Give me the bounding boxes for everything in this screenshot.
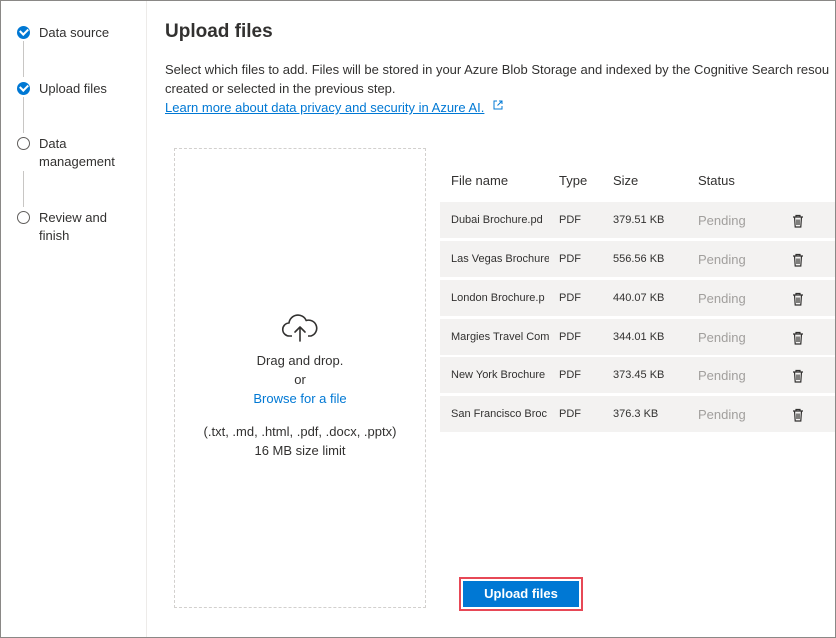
or-text: or bbox=[294, 372, 306, 387]
browse-for-file-link[interactable]: Browse for a file bbox=[253, 391, 346, 406]
step-review-and-finish[interactable]: Review and finish bbox=[17, 209, 119, 245]
file-size-cell: 376.3 KB bbox=[613, 408, 659, 420]
file-name-cell: Margies Travel Com bbox=[451, 331, 549, 343]
step-connector bbox=[23, 41, 24, 77]
browse-container: Browse for a file bbox=[174, 389, 426, 408]
table-row: New York Brochure PDF 373.45 KB Pending bbox=[440, 357, 835, 394]
description-line-2: created or selected in the previous step… bbox=[165, 81, 396, 96]
step-data-source[interactable]: Data source bbox=[17, 24, 129, 42]
file-size-cell: 373.45 KB bbox=[613, 369, 665, 381]
file-name-cell: San Francisco Broc bbox=[451, 408, 547, 420]
status-cell: Pending bbox=[698, 252, 746, 267]
column-header-status: Status bbox=[698, 173, 735, 188]
file-type-cell: PDF bbox=[559, 214, 581, 226]
step-connector bbox=[23, 97, 24, 133]
file-size-cell: 556.56 KB bbox=[613, 253, 665, 265]
file-type-cell: PDF bbox=[559, 369, 581, 381]
description-line-1: Select which files to add. Files will be… bbox=[165, 62, 830, 77]
table-row: London Brochure.p PDF 440.07 KB Pending bbox=[440, 280, 835, 317]
step-label: Review and finish bbox=[39, 210, 107, 243]
column-header-type: Type bbox=[559, 173, 588, 188]
file-name-cell: New York Brochure bbox=[451, 369, 546, 381]
file-size-cell: 344.01 KB bbox=[613, 331, 665, 343]
allowed-formats-text: (.txt, .md, .html, .pdf, .docx, .pptx) bbox=[203, 424, 397, 439]
table-row: Dubai Brochure.pd PDF 379.51 KB Pending bbox=[440, 202, 835, 239]
delete-trash-icon[interactable] bbox=[792, 253, 804, 267]
status-cell: Pending bbox=[698, 291, 746, 306]
status-cell: Pending bbox=[698, 213, 746, 228]
empty-circle-icon bbox=[17, 137, 30, 150]
step-label: Data management bbox=[39, 136, 115, 169]
status-cell: Pending bbox=[698, 368, 746, 383]
file-size-cell: 440.07 KB bbox=[613, 292, 665, 304]
upload-files-panel: Data source Upload files Data management… bbox=[0, 0, 836, 638]
file-type-cell: PDF bbox=[559, 408, 581, 420]
file-type-cell: PDF bbox=[559, 292, 581, 304]
drag-drop-text: Drag and drop. bbox=[256, 353, 344, 368]
cloud-upload-icon bbox=[281, 314, 318, 342]
file-size-cell: 379.51 KB bbox=[613, 214, 665, 226]
file-name-cell: Las Vegas Brochure bbox=[451, 253, 549, 265]
wizard-stepper: Data source Upload files Data management… bbox=[1, 1, 147, 637]
file-name-cell: London Brochure.p bbox=[451, 292, 545, 304]
empty-circle-icon bbox=[17, 211, 30, 224]
upload-button-highlight: Upload files bbox=[459, 577, 583, 611]
step-label: Upload files bbox=[39, 81, 107, 96]
step-connector bbox=[23, 171, 24, 207]
delete-trash-icon[interactable] bbox=[792, 331, 804, 345]
delete-trash-icon[interactable] bbox=[792, 369, 804, 383]
check-circle-icon bbox=[17, 82, 30, 95]
column-header-size: Size bbox=[613, 173, 639, 188]
upload-files-button[interactable]: Upload files bbox=[463, 581, 579, 607]
file-name-cell: Dubai Brochure.pd bbox=[451, 214, 543, 226]
delete-trash-icon[interactable] bbox=[792, 408, 804, 422]
page-title: Upload files bbox=[165, 21, 273, 42]
file-type-cell: PDF bbox=[559, 253, 581, 265]
external-link-icon bbox=[493, 100, 503, 110]
delete-trash-icon[interactable] bbox=[792, 292, 804, 306]
file-type-cell: PDF bbox=[559, 331, 581, 343]
status-cell: Pending bbox=[698, 330, 746, 345]
table-row: Las Vegas Brochure PDF 556.56 KB Pending bbox=[440, 241, 835, 278]
table-row: Margies Travel Com PDF 344.01 KB Pending bbox=[440, 319, 835, 356]
size-limit-text: 16 MB size limit bbox=[254, 443, 346, 458]
step-label: Data source bbox=[39, 25, 110, 40]
column-header-file-name: File name bbox=[451, 173, 509, 188]
status-cell: Pending bbox=[698, 407, 746, 422]
learn-more-link[interactable]: Learn more about data privacy and securi… bbox=[165, 98, 484, 117]
step-data-management[interactable]: Data management bbox=[17, 135, 119, 171]
table-row: San Francisco Broc PDF 376.3 KB Pending bbox=[440, 396, 835, 433]
check-circle-icon bbox=[17, 26, 30, 39]
step-upload-files[interactable]: Upload files bbox=[17, 80, 129, 98]
delete-trash-icon[interactable] bbox=[792, 214, 804, 228]
